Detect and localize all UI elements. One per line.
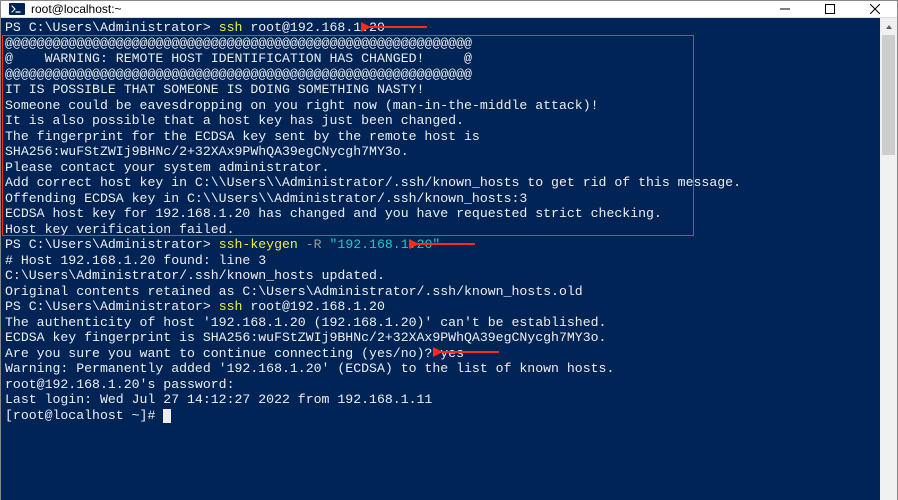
warning-border: @@@@@@@@@@@@@@@@@@@@@@@@@@@@@@@@@@@@@@@@…	[5, 36, 472, 51]
close-button[interactable]	[852, 1, 897, 17]
ps-prompt: PS C:\Users\Administrator>	[5, 237, 219, 252]
output-line: Add correct host key in C:\\Users\\Admin…	[5, 175, 741, 190]
output-line: The fingerprint for the ECDSA key sent b…	[5, 129, 480, 144]
scrollbar-thumb[interactable]	[882, 35, 895, 155]
ssh-terminal-window: root@localhost:~ PS C:\Users\Administrat…	[0, 0, 898, 500]
maximize-button[interactable]	[807, 1, 852, 17]
titlebar-left: root@localhost:~	[1, 1, 122, 17]
output-line: SHA256:wuFStZWIj9BHNc/2+32XAx9PWhQA39egC…	[5, 144, 409, 159]
window-body: PS C:\Users\Administrator> ssh root@192.…	[1, 18, 897, 500]
cmd-arg-ip: "192.168.1.20"	[322, 237, 441, 252]
ps-prompt: PS C:\Users\Administrator>	[5, 20, 219, 35]
output-line: ECDSA host key for 192.168.1.20 has chan…	[5, 206, 662, 221]
output-line: Host key verification failed.	[5, 222, 235, 237]
output-line: ECDSA key fingerprint is SHA256:wuFStZWI…	[5, 330, 606, 345]
output-line: IT IS POSSIBLE THAT SOMEONE IS DOING SOM…	[5, 82, 424, 97]
warning-text: @ WARNING: REMOTE HOST IDENTIFICATION HA…	[5, 51, 472, 66]
cmd-ssh: ssh	[219, 20, 243, 35]
ps-prompt: PS C:\Users\Administrator>	[5, 299, 219, 314]
output-line: C:\Users\Administrator/.ssh/known_hosts …	[5, 268, 385, 283]
vertical-scrollbar[interactable]	[880, 18, 897, 500]
shell-prompt: [root@localhost ~]#	[5, 408, 163, 423]
output-line: Please contact your system administrator…	[5, 160, 329, 175]
window-controls	[762, 1, 897, 17]
output-line: Are you sure you want to continue connec…	[5, 346, 440, 361]
cmd-ssh: ssh	[219, 299, 243, 314]
cursor	[163, 409, 171, 423]
output-line: Last login: Wed Jul 27 14:12:27 2022 fro…	[5, 392, 432, 407]
output-line: Offending ECDSA key in C:\\Users\\Admini…	[5, 191, 527, 206]
output-line: # Host 192.168.1.20 found: line 3	[5, 253, 266, 268]
minimize-button[interactable]	[762, 1, 807, 17]
output-line: Warning: Permanently added '192.168.1.20…	[5, 361, 614, 376]
window-title: root@localhost:~	[31, 2, 122, 16]
cmd-sshkeygen: ssh-keygen	[219, 237, 298, 252]
output-line: The authenticity of host '192.168.1.20 (…	[5, 315, 606, 330]
powershell-icon	[9, 1, 25, 17]
cmd-arg: root@192.168.1.20	[242, 299, 384, 314]
cmd-flag: -R	[298, 237, 322, 252]
output-line: It is also possible that a host key has …	[5, 113, 464, 128]
scroll-up-button[interactable]	[880, 18, 897, 35]
scrollbar-track[interactable]	[880, 35, 897, 500]
titlebar[interactable]: root@localhost:~	[1, 1, 897, 18]
output-line: root@192.168.1.20's password:	[5, 377, 235, 392]
terminal-output[interactable]: PS C:\Users\Administrator> ssh root@192.…	[1, 18, 880, 500]
output-line: Original contents retained as C:\Users\A…	[5, 284, 583, 299]
user-input-yes: yes	[440, 346, 464, 361]
cmd-arg: root@192.168.1.20	[242, 20, 384, 35]
warning-border: @@@@@@@@@@@@@@@@@@@@@@@@@@@@@@@@@@@@@@@@…	[5, 67, 472, 82]
output-line: Someone could be eavesdropping on you ri…	[5, 98, 599, 113]
